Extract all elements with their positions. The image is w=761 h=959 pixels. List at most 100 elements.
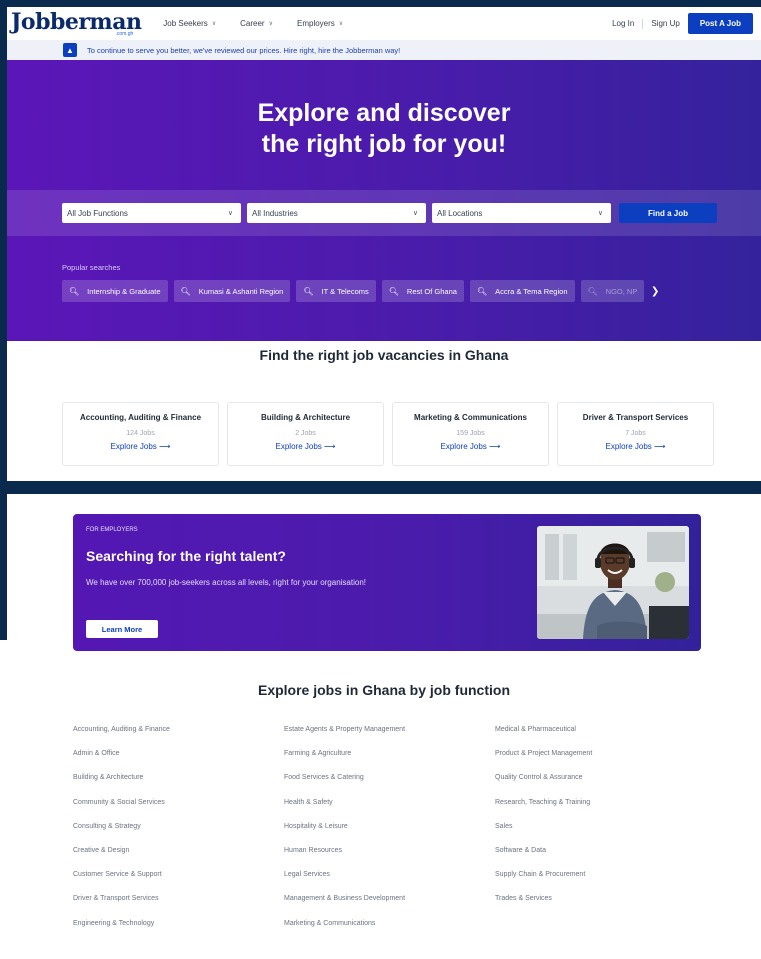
find-job-button[interactable]: Find a Job [619, 203, 717, 223]
arrow-right-icon: ⟶ [489, 442, 501, 451]
card-title: Marketing & Communications [414, 413, 527, 422]
chip-label: Internship & Graduate [87, 286, 161, 296]
job-function-link[interactable]: Marketing & Communications [284, 920, 495, 944]
category-card[interactable]: Accounting, Auditing & Finance 124 Jobs … [62, 402, 219, 466]
screenshot-frame-left-lower [0, 494, 7, 640]
popular-chip[interactable]: 🔍︎ NGO, NP [580, 280, 645, 302]
job-function-link[interactable]: Sales [495, 823, 706, 847]
job-function-link[interactable]: Product & Project Management [495, 750, 706, 774]
chevron-down-icon: ∨ [211, 21, 217, 27]
job-function-link[interactable]: Trades & Services [495, 895, 706, 919]
job-function-link[interactable]: Farming & Agriculture [284, 750, 495, 774]
nav-employers[interactable]: Employers ∨ [297, 19, 343, 28]
job-function-link[interactable]: Software & Data [495, 847, 706, 871]
explore-jobs-label: Explore Jobs [605, 442, 652, 451]
job-function-link[interactable]: Customer Service & Support [73, 871, 284, 895]
category-cards: Accounting, Auditing & Finance 124 Jobs … [62, 402, 714, 466]
post-job-button[interactable]: Post A Job [687, 13, 753, 34]
chevron-down-icon: ∨ [412, 210, 418, 217]
job-function-link[interactable]: Management & Business Development [284, 895, 495, 919]
card-job-count: 124 Jobs [126, 430, 155, 437]
popular-chip[interactable]: 🔍︎ Internship & Graduate [62, 280, 168, 302]
job-function-link[interactable]: Accounting, Auditing & Finance [73, 726, 284, 750]
card-job-count: 7 Jobs [625, 430, 646, 437]
job-functions-heading: Explore jobs in Ghana by job function [257, 682, 510, 698]
logo-domain: .com.gh [115, 30, 134, 37]
job-function-link[interactable]: Supply Chain & Procurement [495, 871, 706, 895]
job-function-link[interactable]: Creative & Design [73, 847, 284, 871]
nav-employers-label: Employers [297, 19, 335, 28]
card-job-count: 2 Jobs [295, 430, 316, 437]
job-function-link[interactable]: Legal Services [284, 871, 495, 895]
card-title: Building & Architecture [260, 413, 351, 422]
job-search-bar: All Job Functions ∨ All Industries ∨ All… [7, 190, 761, 236]
signup-link[interactable]: Sign Up [651, 19, 679, 28]
job-function-link[interactable]: Admin & Office [73, 750, 284, 774]
jobberman-logo[interactable]: Jobberman .com.gh [11, 11, 142, 37]
industry-select[interactable]: All Industries ∨ [247, 203, 426, 223]
category-card[interactable]: Building & Architecture 2 Jobs Explore J… [227, 402, 384, 466]
chevron-down-icon: ∨ [268, 21, 273, 27]
employers-kicker: FOR EMPLOYERS [86, 527, 138, 533]
job-function-link[interactable]: Human Resources [284, 847, 495, 871]
nav-career-label: Career [240, 19, 265, 28]
job-function-link[interactable]: Hospitality & Leisure [284, 823, 495, 847]
explore-jobs-link[interactable]: Explore Jobs ⟶ [558, 442, 713, 451]
chevron-right-icon[interactable]: ❯ [651, 280, 659, 302]
chip-label: NGO, NP [605, 286, 638, 296]
nav-job-seekers[interactable]: Job Seekers ∨ [163, 19, 216, 28]
job-function-link[interactable]: Engineering & Technology [73, 920, 284, 944]
job-function-link[interactable]: Driver & Transport Services [73, 895, 284, 919]
job-function-link[interactable]: Consulting & Strategy [73, 823, 284, 847]
logo-text: Jobberman [11, 8, 142, 35]
screenshot-frame-divider [0, 481, 761, 494]
hero-section: Explore and discover the right job for y… [7, 60, 761, 341]
chip-label: Kumasi & Ashanti Region [198, 286, 284, 296]
job-function-link[interactable]: Health & Safety [284, 799, 495, 823]
search-icon: 🔍︎ [303, 286, 314, 296]
login-link[interactable]: Log In [612, 19, 634, 28]
explore-jobs-label: Explore Jobs [440, 442, 487, 451]
job-function-link[interactable]: Quality Control & Assurance [495, 774, 706, 798]
industry-value: All Industries [252, 208, 298, 218]
explore-jobs-label: Explore Jobs [275, 442, 322, 451]
location-value: All Locations [437, 208, 483, 218]
arrow-right-icon: ⟶ [159, 442, 171, 451]
nav-auth-area: Log In Sign Up Post A Job [612, 13, 753, 34]
search-icon: 🔍︎ [388, 286, 399, 296]
job-function-columns: Accounting, Auditing & Finance Admin & O… [73, 726, 706, 944]
megaphone-icon: ▲ [63, 43, 77, 57]
popular-chip[interactable]: 🔍︎ Accra & Tema Region [469, 280, 575, 302]
nav-career[interactable]: Career ∨ [240, 19, 273, 28]
job-function-value: All Job Functions [67, 208, 128, 218]
search-icon: 🔍︎ [69, 286, 80, 296]
category-card[interactable]: Marketing & Communications 159 Jobs Expl… [392, 402, 549, 466]
popular-chip[interactable]: 🔍︎ Rest Of Ghana [381, 280, 464, 302]
person-at-desk-illustration [537, 526, 689, 639]
price-notice-banner: ▲ To continue to serve you better, we've… [7, 40, 761, 60]
arrow-right-icon: ⟶ [654, 442, 666, 451]
location-select[interactable]: All Locations ∨ [432, 203, 611, 223]
hero-title-line-2: the right job for you! [261, 130, 507, 158]
popular-chip[interactable]: 🔍︎ IT & Telecoms [296, 280, 376, 302]
learn-more-button[interactable]: Learn More [86, 620, 158, 638]
screenshot-frame-top [0, 0, 761, 7]
homepage-top-section: Jobberman .com.gh Job Seekers ∨ Career ∨… [7, 7, 761, 481]
search-icon: 🔍︎ [476, 286, 488, 296]
job-function-link[interactable]: Food Services & Catering [284, 774, 495, 798]
explore-jobs-link[interactable]: Explore Jobs ⟶ [228, 442, 383, 451]
job-function-link[interactable]: Estate Agents & Property Management [284, 726, 495, 750]
job-function-link[interactable]: Research, Teaching & Training [495, 799, 706, 823]
job-function-link[interactable]: Building & Architecture [73, 774, 284, 798]
chevron-down-icon: ∨ [338, 21, 344, 27]
job-function-column-1: Accounting, Auditing & Finance Admin & O… [73, 726, 284, 944]
category-card[interactable]: Driver & Transport Services 7 Jobs Explo… [557, 402, 714, 466]
explore-jobs-link[interactable]: Explore Jobs ⟶ [63, 442, 218, 451]
vacancies-heading: Find the right job vacancies in Ghana [259, 347, 509, 363]
popular-chip[interactable]: 🔍︎ Kumasi & Ashanti Region [173, 280, 291, 302]
job-function-link[interactable]: Community & Social Services [73, 799, 284, 823]
job-function-link[interactable]: Medical & Pharmaceutical [495, 726, 706, 750]
explore-jobs-link[interactable]: Explore Jobs ⟶ [393, 442, 548, 451]
job-function-select[interactable]: All Job Functions ∨ [62, 203, 241, 223]
hero-title-line-1: Explore and discover [257, 99, 511, 127]
